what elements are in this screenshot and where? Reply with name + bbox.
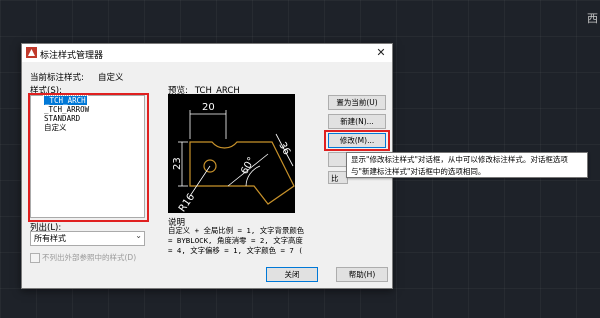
dim-top: 20	[202, 102, 215, 113]
app-icon	[26, 47, 37, 58]
set-current-button[interactable]: 置为当前(U)	[328, 95, 386, 110]
description-line: = 4, 文字偏移 = 1, 文字颜色 = 7 (	[168, 246, 303, 255]
modify-highlight-box	[324, 130, 390, 151]
list-filter-value: 所有样式	[34, 234, 66, 243]
dim-left: 23	[172, 157, 183, 170]
drawing-area-text: 西	[587, 12, 598, 25]
tooltip-line: 与"新建标注样式"对话框中的选项相同。	[351, 167, 486, 176]
dim-radius: R16	[177, 192, 197, 213]
compare-button[interactable]: 比	[328, 171, 348, 184]
description-text: 自定义 + 全局比例 = 1, 文字背景颜色 = BYBLOCK, 角度消零 =…	[168, 226, 315, 256]
current-style-label: 当前标注样式:	[30, 73, 84, 83]
list-filter-combobox[interactable]: 所有样式 ⌄	[30, 231, 145, 246]
highlight-box	[28, 93, 149, 222]
exclude-xref-checkbox[interactable]	[30, 253, 40, 263]
preview-drawing: 20 23 36 60° R16	[172, 102, 295, 214]
description-line: 自定义 + 全局比例 = 1, 文字背景颜色	[168, 226, 305, 235]
close-button[interactable]: 关闭	[266, 267, 318, 282]
chevron-down-icon[interactable]: ⌄	[135, 231, 142, 240]
description-line: = BYBLOCK, 角度消零 = 2, 文字高度	[168, 236, 303, 245]
modify-tooltip: 显示"修改标注样式"对话框，从中可以修改标注样式。对话框选项 与"新建标注样式"…	[346, 152, 588, 178]
dimension-preview: 20 23 36 60° R16	[168, 94, 295, 214]
exclude-xref-label: 不列出外部参照中的样式(D)	[42, 253, 137, 262]
new-button[interactable]: 新建(N)...	[328, 114, 386, 129]
tooltip-line: 显示"修改标注样式"对话框，从中可以修改标注样式。对话框选项	[351, 155, 568, 164]
help-button[interactable]: 帮助(H)	[336, 267, 388, 282]
dim-angle: 60°	[239, 155, 257, 176]
title-bar: 标注样式管理器 ✕	[22, 44, 392, 62]
close-icon[interactable]: ✕	[373, 45, 389, 60]
current-style-value: 自定义	[98, 73, 124, 83]
dialog-title: 标注样式管理器	[40, 51, 104, 61]
dimension-style-manager-dialog: 标注样式管理器 ✕ 当前标注样式: 自定义 样式(S): _TCH_ARCH _…	[21, 43, 393, 289]
